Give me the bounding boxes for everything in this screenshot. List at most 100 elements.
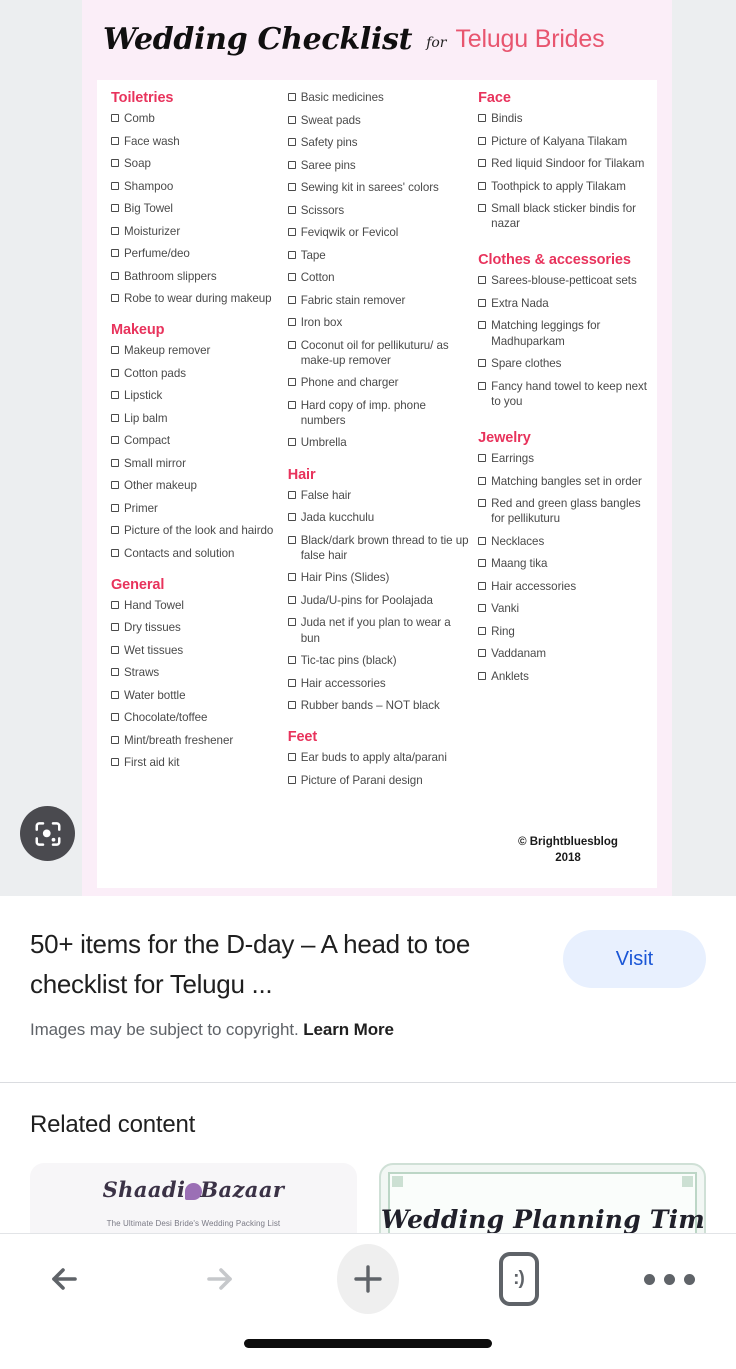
checklist-item[interactable]: Primer — [111, 501, 286, 516]
checklist-item[interactable]: Basic medicines — [287, 90, 470, 105]
checklist-item[interactable]: Soap — [111, 156, 286, 171]
checkbox-icon[interactable] — [111, 668, 119, 677]
checkbox-icon[interactable] — [287, 250, 296, 259]
checkbox-icon[interactable] — [111, 159, 119, 167]
checkbox-icon[interactable] — [287, 490, 296, 499]
forward-button[interactable] — [181, 1242, 255, 1316]
checkbox-icon[interactable] — [287, 205, 296, 214]
checklist-poster-image[interactable]: Wedding Checklist for Telugu Brides Toil… — [82, 0, 672, 896]
checklist-item[interactable]: Dry tissues — [111, 620, 286, 635]
checklist-item[interactable]: Lipstick — [111, 388, 286, 403]
checkbox-icon[interactable] — [111, 204, 119, 212]
checklist-item[interactable]: Straws — [111, 665, 286, 680]
checkbox-icon[interactable] — [478, 181, 487, 190]
checklist-item[interactable]: Moisturizer — [111, 224, 286, 239]
checklist-item[interactable]: Red liquid Sindoor for Tilakam — [478, 156, 649, 171]
checklist-item[interactable]: Cotton pads — [111, 366, 286, 381]
checklist-item[interactable]: Rubber bands – NOT black — [287, 698, 470, 713]
checklist-item[interactable]: Fancy hand towel to keep next to you — [478, 379, 649, 409]
checkbox-icon[interactable] — [111, 114, 119, 122]
checklist-item[interactable]: Contacts and solution — [111, 546, 286, 561]
checkbox-icon[interactable] — [111, 271, 119, 280]
checkbox-icon[interactable] — [111, 526, 119, 535]
tab-switcher-button[interactable]: :) — [482, 1242, 556, 1316]
checkbox-icon[interactable] — [287, 160, 296, 169]
checkbox-icon[interactable] — [111, 758, 119, 767]
checkbox-icon[interactable] — [111, 623, 119, 632]
checklist-item[interactable]: Hair Pins (Slides) — [287, 570, 470, 585]
checkbox-icon[interactable] — [478, 626, 487, 635]
checklist-item[interactable]: Picture of the look and hairdo — [111, 523, 286, 538]
visit-button[interactable]: Visit — [563, 930, 706, 988]
checklist-item[interactable]: Necklaces — [478, 534, 649, 549]
checkbox-icon[interactable] — [111, 249, 119, 257]
checkbox-icon[interactable] — [287, 775, 296, 784]
checkbox-icon[interactable] — [478, 499, 487, 508]
checklist-item[interactable]: Perfume/deo — [111, 246, 286, 261]
checkbox-icon[interactable] — [287, 535, 296, 544]
checkbox-icon[interactable] — [478, 559, 487, 568]
checklist-item[interactable]: Extra Nada — [478, 296, 649, 311]
checklist-item[interactable]: Face wash — [111, 134, 286, 149]
image-viewer[interactable]: Wedding Checklist for Telugu Brides Toil… — [0, 0, 736, 896]
checklist-item[interactable]: Sarees-blouse-petticoat sets — [478, 273, 649, 288]
checklist-item[interactable]: Small black sticker bindis for nazar — [478, 201, 649, 231]
checklist-item[interactable]: Compact — [111, 433, 286, 448]
related-thumbnail-wedding-timeline[interactable]: Wedding Planning Timeline — [378, 1163, 706, 1233]
checklist-item[interactable]: Sewing kit in sarees' colors — [287, 180, 470, 195]
checklist-item[interactable]: Sweat pads — [287, 113, 470, 128]
checkbox-icon[interactable] — [287, 513, 296, 522]
checkbox-icon[interactable] — [287, 378, 296, 387]
checklist-item[interactable]: Big Towel — [111, 201, 286, 216]
checkbox-icon[interactable] — [111, 600, 119, 609]
checkbox-icon[interactable] — [111, 503, 119, 512]
checkbox-icon[interactable] — [111, 226, 119, 235]
checkbox-icon[interactable] — [287, 93, 296, 101]
checkbox-icon[interactable] — [478, 381, 487, 390]
checkbox-icon[interactable] — [111, 391, 119, 400]
checklist-item[interactable]: Picture of Parani design — [287, 773, 470, 788]
checkbox-icon[interactable] — [478, 298, 487, 307]
checklist-item[interactable]: Fabric stain remover — [287, 293, 470, 308]
new-tab-button[interactable] — [331, 1242, 405, 1316]
checkbox-icon[interactable] — [478, 604, 487, 613]
checklist-item[interactable]: Matching bangles set in order — [478, 474, 649, 489]
checklist-item[interactable]: False hair — [287, 488, 470, 503]
checklist-item[interactable]: Wet tissues — [111, 643, 286, 658]
checklist-item[interactable]: Ring — [478, 624, 649, 639]
checkbox-icon[interactable] — [478, 536, 487, 545]
checklist-item[interactable]: First aid kit — [111, 755, 286, 770]
checklist-item[interactable]: Scissors — [287, 203, 470, 218]
checkbox-icon[interactable] — [478, 671, 487, 680]
checkbox-icon[interactable] — [478, 581, 487, 590]
checkbox-icon[interactable] — [111, 690, 119, 699]
checkbox-icon[interactable] — [287, 138, 296, 146]
checkbox-icon[interactable] — [478, 649, 487, 658]
checkbox-icon[interactable] — [478, 454, 487, 463]
checkbox-icon[interactable] — [287, 318, 296, 326]
checkbox-icon[interactable] — [287, 618, 296, 627]
checklist-item[interactable]: Bindis — [478, 111, 649, 126]
checkbox-icon[interactable] — [287, 273, 296, 281]
checkbox-icon[interactable] — [287, 701, 296, 710]
checkbox-icon[interactable] — [478, 321, 487, 330]
checklist-item[interactable]: Juda net if you plan to wear a bun — [287, 615, 470, 645]
back-button[interactable] — [30, 1242, 104, 1316]
checklist-item[interactable]: Hand Towel — [111, 598, 286, 613]
more-options-button[interactable] — [632, 1242, 706, 1316]
google-lens-button[interactable] — [20, 806, 75, 861]
checkbox-icon[interactable] — [287, 438, 296, 447]
checklist-item[interactable]: Red and green glass bangles for pellikut… — [478, 496, 649, 526]
checklist-item[interactable]: Robe to wear during makeup — [111, 291, 286, 306]
checklist-item[interactable]: Safety pins — [287, 135, 470, 150]
checklist-item[interactable]: Lip balm — [111, 411, 286, 426]
checklist-item[interactable]: Hard copy of imp. phone numbers — [287, 398, 470, 428]
checklist-item[interactable]: Vaddanam — [478, 646, 649, 661]
checklist-item[interactable]: Tape — [287, 248, 470, 263]
checkbox-icon[interactable] — [111, 645, 119, 654]
checklist-item[interactable]: Ear buds to apply alta/parani — [287, 750, 470, 765]
checklist-item[interactable]: Hair accessories — [287, 676, 470, 691]
checklist-item[interactable]: Jada kucchulu — [287, 510, 470, 525]
checkbox-icon[interactable] — [111, 294, 119, 302]
checkbox-icon[interactable] — [111, 548, 119, 557]
